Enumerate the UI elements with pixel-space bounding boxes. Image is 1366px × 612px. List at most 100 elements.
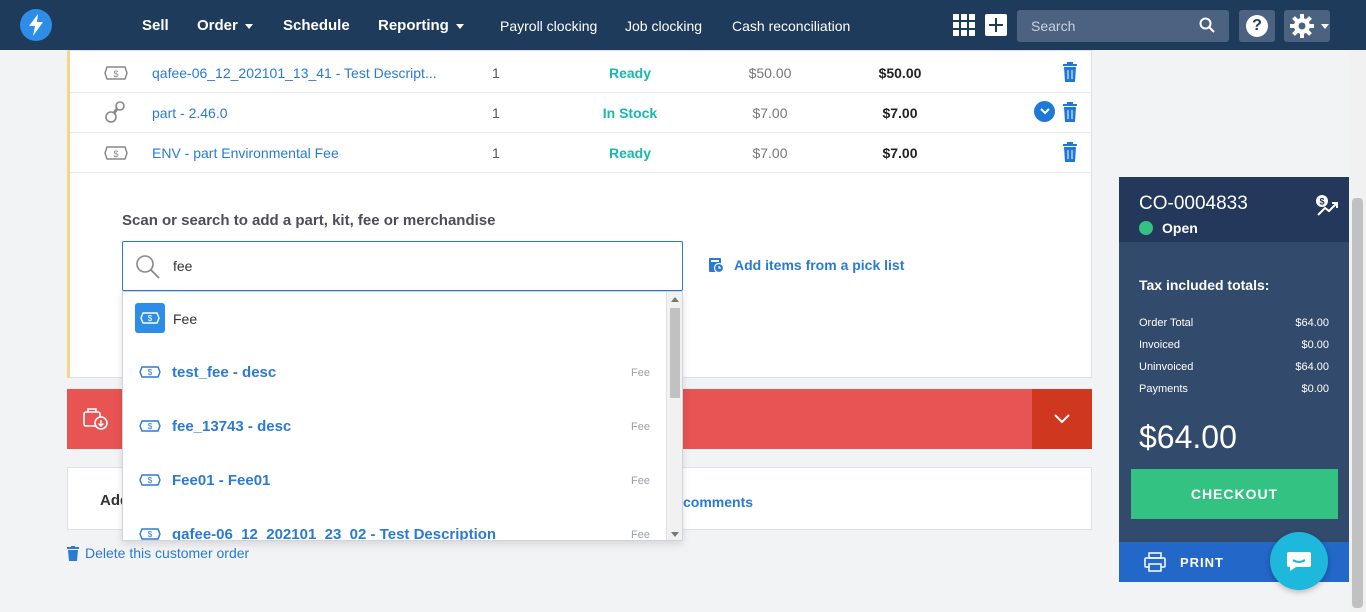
search-icon[interactable] (1199, 17, 1215, 33)
nav-schedule[interactable]: Schedule (283, 0, 350, 50)
summary-row: Invoiced $0.00 (1139, 339, 1329, 351)
trash-icon[interactable] (1062, 142, 1078, 162)
lightning-logo-icon[interactable] (20, 9, 52, 41)
fee-icon: $ (139, 366, 161, 378)
tax-totals-title: Tax included totals: (1139, 277, 1270, 293)
line-item-qty: 1 (492, 65, 500, 81)
scan-search-input[interactable] (173, 242, 663, 290)
result-type: Fee (631, 421, 650, 433)
add-from-picklist-link[interactable]: Add items from a pick list (708, 257, 904, 273)
fee-icon: $ (139, 474, 161, 486)
svg-text:$: $ (148, 530, 153, 539)
result-type: Fee (631, 529, 650, 541)
order-status-label: Open (1162, 220, 1198, 236)
svg-text:$: $ (148, 314, 153, 323)
comments-link[interactable]: comments (683, 494, 753, 510)
dropdown-result-item[interactable]: $ fee_13743 - desc Fee (123, 400, 666, 454)
line-item-row: $ qafee-06_12_202101_13_41 - Test Descri… (70, 53, 1092, 93)
alert-expand-button[interactable] (1032, 389, 1092, 449)
trash-icon[interactable] (1062, 102, 1078, 122)
chevron-down-icon (1039, 108, 1050, 115)
fee-icon: $ (104, 66, 128, 80)
chat-widget-button[interactable] (1270, 532, 1328, 590)
svg-text:$: $ (148, 476, 153, 485)
line-item-row: part - 2.46.0 1 In Stock $7.00 $7.00 (70, 93, 1092, 133)
help-button[interactable]: ? (1239, 10, 1275, 42)
expand-row-button[interactable] (1034, 101, 1055, 122)
global-search-input[interactable] (1017, 10, 1187, 42)
line-item-price: $7.00 (752, 105, 788, 121)
scan-label: Scan or search to add a part, kit, fee o… (122, 212, 496, 229)
result-name: fee_13743 - desc (172, 418, 292, 435)
dropdown-group-title: Fee (173, 311, 198, 327)
result-name: test_fee - desc (172, 364, 277, 381)
line-item-name[interactable]: part - 2.46.0 (152, 105, 228, 121)
delete-order-label: Delete this customer order (85, 545, 250, 561)
picklist-label: Add items from a pick list (734, 257, 905, 273)
fee-icon: $ (104, 146, 128, 160)
line-item-total: $7.00 (882, 145, 918, 161)
scroll-up-icon[interactable] (671, 297, 679, 302)
part-icon (105, 101, 125, 123)
printer-icon (1144, 552, 1166, 572)
chevron-down-icon (1321, 23, 1329, 29)
svg-text:$: $ (1319, 197, 1324, 207)
apps-grid-icon[interactable] (953, 14, 975, 36)
chat-icon (1287, 552, 1311, 571)
scroll-down-icon[interactable] (671, 532, 679, 537)
summary-row: Uninvoiced $64.00 (1139, 361, 1329, 373)
nav-order[interactable]: Order (197, 0, 253, 50)
svg-text:$: $ (113, 69, 118, 79)
settings-button[interactable] (1284, 10, 1330, 42)
nav-sell[interactable]: Sell (142, 0, 169, 50)
add-new-icon[interactable] (985, 14, 1007, 36)
help-icon: ? (1246, 15, 1268, 37)
nav-job-clocking[interactable]: Job clocking (625, 0, 702, 50)
line-item-name[interactable]: ENV - part Environmental Fee (152, 145, 339, 161)
nav-cash-reconciliation[interactable]: Cash reconciliation (732, 0, 850, 50)
dropdown-result-item[interactable]: $ test_fee - desc Fee (123, 346, 666, 400)
print-label: PRINT (1180, 555, 1224, 570)
line-item-qty: 1 (492, 105, 500, 121)
svg-text:$: $ (113, 149, 118, 159)
line-item-status: Ready (608, 145, 652, 161)
trend-icon[interactable]: $ (1315, 194, 1339, 218)
scroll-thumb[interactable] (670, 308, 680, 398)
line-item-row: $ ENV - part Environmental Fee 1 Ready $… (70, 133, 1092, 173)
svg-text:$: $ (148, 422, 153, 431)
dropdown-scrollbar[interactable] (666, 292, 682, 540)
chevron-down-icon (1054, 414, 1070, 424)
checkout-button[interactable]: CHECKOUT (1131, 469, 1338, 519)
chevron-down-icon (244, 23, 253, 29)
line-item-price: $7.00 (752, 145, 788, 161)
chevron-down-icon (455, 23, 464, 29)
line-item-total: $50.00 (878, 65, 922, 81)
summary-row: Order Total $64.00 (1139, 317, 1329, 329)
trash-icon[interactable] (1062, 62, 1078, 82)
order-header: CO-0004833 Open $ (1119, 177, 1349, 242)
page-scroll-thumb[interactable] (1352, 198, 1363, 608)
line-item-status: In Stock (602, 105, 658, 121)
nav-payroll-clocking[interactable]: Payroll clocking (500, 0, 597, 50)
order-status: Open (1139, 220, 1198, 236)
fee-icon: $ (139, 528, 161, 540)
result-name: Fee01 - Fee01 (172, 472, 271, 489)
delete-order-link[interactable]: Delete this customer order (67, 545, 249, 561)
line-item-status: Ready (608, 65, 652, 81)
gear-icon (1290, 14, 1314, 38)
picklist-icon (709, 258, 724, 273)
top-nav-bar: Sell Order Schedule Reporting Payroll cl… (0, 0, 1366, 50)
nav-reporting[interactable]: Reporting (378, 0, 464, 50)
status-dot-icon (1139, 221, 1153, 235)
line-item-price: $50.00 (748, 65, 792, 81)
dropdown-result-item[interactable]: $ Fee01 - Fee01 Fee (123, 454, 666, 508)
line-item-name[interactable]: qafee-06_12_202101_13_41 - Test Descript… (152, 65, 437, 81)
dropdown-group-header: $ Fee (123, 292, 666, 346)
scan-search-field (122, 241, 683, 291)
page-scrollbar[interactable] (1349, 50, 1366, 612)
summary-row: Payments $0.00 (1139, 383, 1329, 395)
deposit-icon (83, 408, 108, 430)
global-search (1017, 10, 1229, 42)
search-results-dropdown: $ Fee $ test_fee - desc Fee $ fee_13743 … (122, 291, 683, 541)
dropdown-result-item[interactable]: $ qafee-06_12_202101_23_02 - Test Descri… (123, 508, 666, 541)
